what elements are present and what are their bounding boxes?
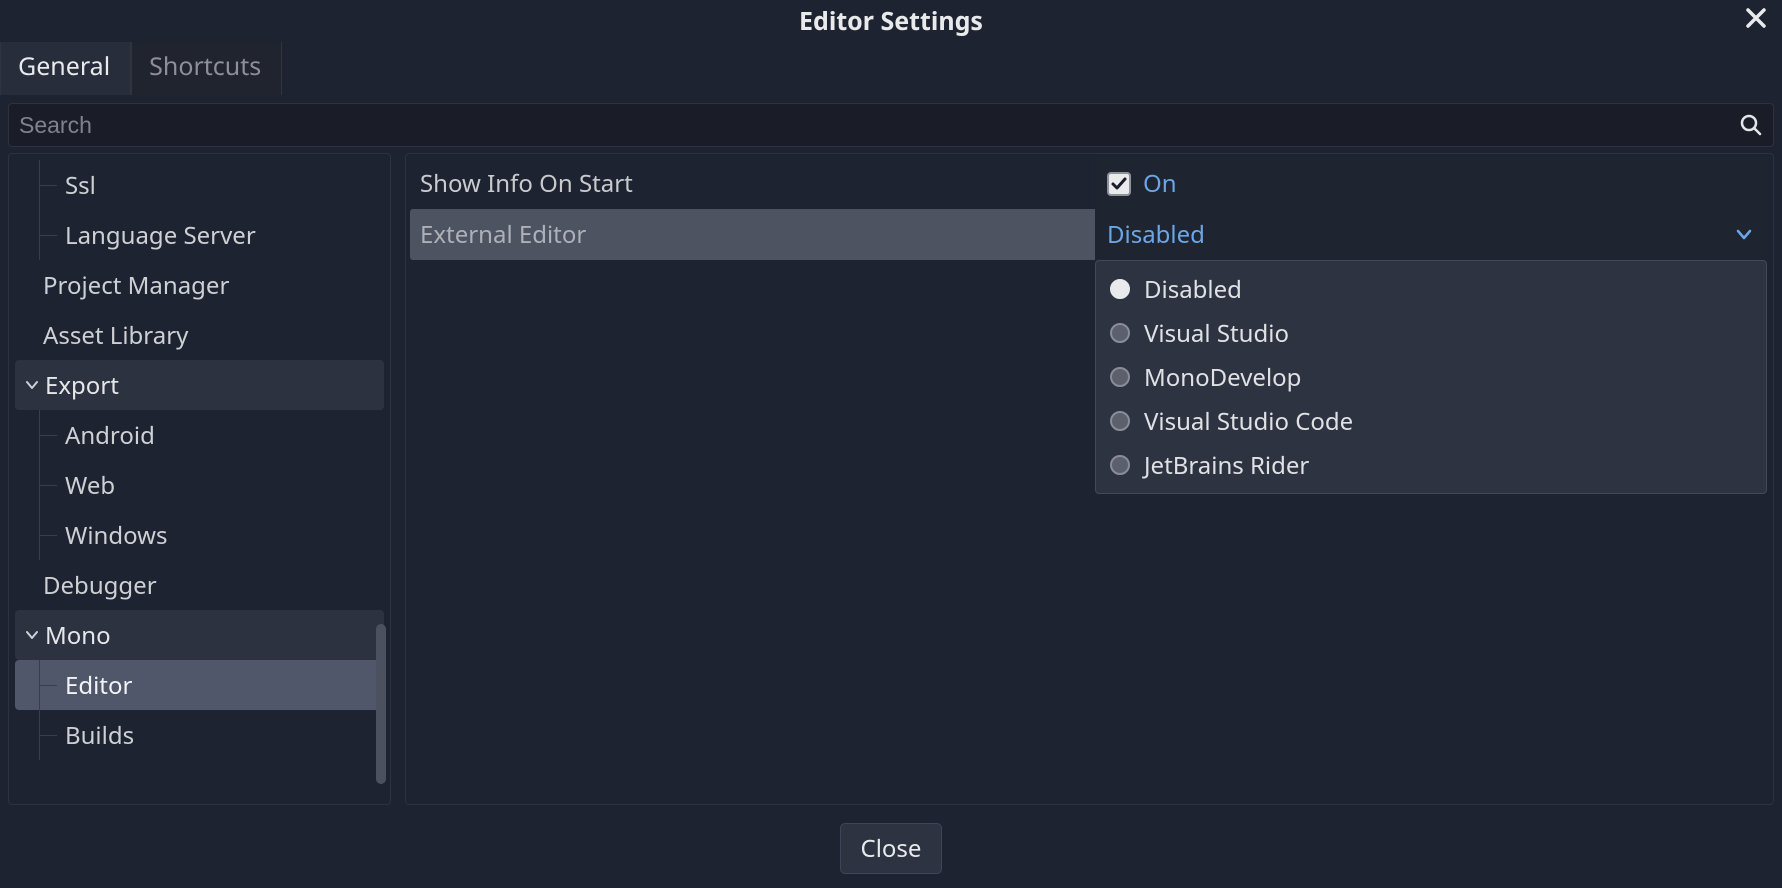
radio-icon <box>1110 323 1130 343</box>
radio-icon <box>1110 367 1130 387</box>
tree-item-editor[interactable]: Editor <box>15 660 384 710</box>
external-editor-dropdown[interactable]: Disabled <box>1107 209 1769 260</box>
tree-item-export[interactable]: Export <box>15 360 384 410</box>
property-value: On <box>1095 158 1769 209</box>
body: Ssl Language Server Project Manager Asse… <box>0 153 1782 813</box>
search-bar-container <box>0 95 1782 153</box>
titlebar: Editor Settings <box>0 0 1782 42</box>
chevron-down-icon <box>21 378 43 392</box>
close-icon[interactable] <box>1744 6 1768 34</box>
property-label: External Editor <box>410 209 1095 260</box>
chevron-down-icon <box>1735 218 1753 251</box>
tab-shortcuts[interactable]: Shortcuts <box>131 36 282 95</box>
search-icon[interactable] <box>1739 113 1763 137</box>
search-input[interactable] <box>19 112 1739 139</box>
dropdown-option-visual-studio-code[interactable]: Visual Studio Code <box>1102 399 1760 443</box>
settings-tree: Ssl Language Server Project Manager Asse… <box>8 153 391 805</box>
tree-item-windows[interactable]: Windows <box>15 510 384 560</box>
chevron-down-icon <box>21 628 43 642</box>
tab-bar: General Shortcuts <box>0 42 1782 95</box>
dropdown-selected: Disabled <box>1107 218 1205 251</box>
tree-item-web[interactable]: Web <box>15 460 384 510</box>
dropdown-option-monodevelop[interactable]: MonoDevelop <box>1102 355 1760 399</box>
property-label: Show Info On Start <box>410 167 1095 200</box>
window-title: Editor Settings <box>799 4 983 38</box>
property-external-editor: External Editor Disabled Disabled <box>410 209 1769 260</box>
sidebar-scrollbar[interactable] <box>376 624 386 784</box>
close-button[interactable]: Close <box>840 823 943 874</box>
dropdown-option-disabled[interactable]: Disabled <box>1102 267 1760 311</box>
property-show-info-on-start: Show Info On Start On <box>410 158 1769 209</box>
tree-item-mono[interactable]: Mono <box>15 610 384 660</box>
external-editor-dropdown-menu: Disabled Visual Studio MonoDevelop <box>1095 260 1767 494</box>
radio-icon <box>1110 279 1130 299</box>
tree-item-project-manager[interactable]: Project Manager <box>15 260 384 310</box>
tree-item-ssl[interactable]: Ssl <box>15 160 384 210</box>
dropdown-option-jetbrains-rider[interactable]: JetBrains Rider <box>1102 443 1760 487</box>
show-info-checkbox[interactable] <box>1107 172 1131 196</box>
footer: Close <box>0 813 1782 888</box>
tree-item-language-server[interactable]: Language Server <box>15 210 384 260</box>
tree-item-debugger[interactable]: Debugger <box>15 560 384 610</box>
property-value: Disabled Disabled Visual Studio <box>1095 209 1769 260</box>
tree-item-asset-library[interactable]: Asset Library <box>15 310 384 360</box>
show-info-value: On <box>1143 167 1177 200</box>
editor-settings-window: Editor Settings General Shortcuts Ssl La… <box>0 0 1782 888</box>
search-bar <box>8 103 1774 147</box>
tree-item-builds[interactable]: Builds <box>15 710 384 760</box>
radio-icon <box>1110 411 1130 431</box>
tree-item-android[interactable]: Android <box>15 410 384 460</box>
tab-general[interactable]: General <box>0 36 131 95</box>
radio-icon <box>1110 455 1130 475</box>
properties-panel: Show Info On Start On External Editor Di… <box>405 153 1774 805</box>
dropdown-option-visual-studio[interactable]: Visual Studio <box>1102 311 1760 355</box>
